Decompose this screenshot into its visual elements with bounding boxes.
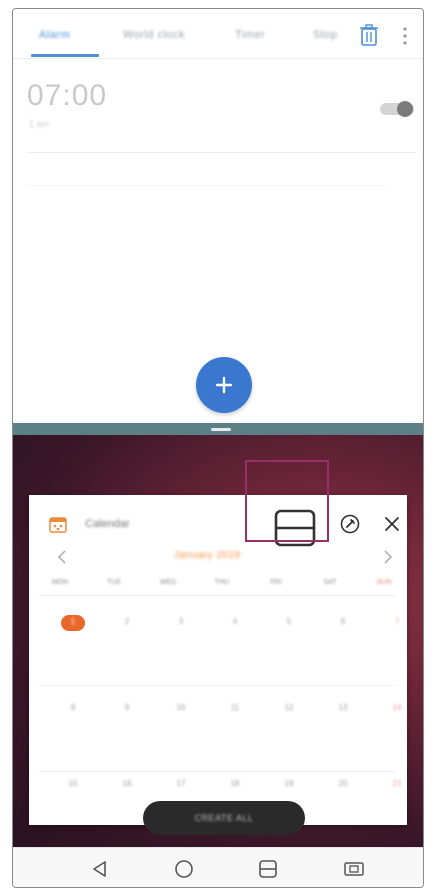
calendar-day[interactable]: 9 xyxy=(115,703,139,712)
more-options-button[interactable] xyxy=(399,24,411,48)
calendar-bottom-button-label: CREATE ALL xyxy=(194,813,254,823)
month-label[interactable]: January 2019 xyxy=(174,550,241,561)
calendar-day[interactable]: 13 xyxy=(331,703,355,712)
tab-stopwatch[interactable]: Stop xyxy=(313,29,338,41)
weekday-label: FRI xyxy=(270,579,282,586)
calendar-app-icon xyxy=(49,515,67,533)
highlight-box xyxy=(245,460,329,542)
weekday-header: MON TUE WED THU FRI SAT SUN xyxy=(39,579,397,591)
tab-alarm[interactable]: Alarm xyxy=(39,29,70,41)
calendar-grid-line xyxy=(39,595,397,596)
weekday-label: TUE xyxy=(107,579,121,586)
calendar-day[interactable]: 15 xyxy=(61,779,85,788)
calendar-day[interactable]: 5 xyxy=(277,617,301,626)
home-icon xyxy=(175,860,193,878)
calendar-grid-line xyxy=(39,771,397,772)
tab-timer[interactable]: Timer xyxy=(235,29,265,41)
more-vert-icon xyxy=(403,27,407,45)
alarm-divider xyxy=(27,152,417,153)
calendar-day[interactable]: 20 xyxy=(331,779,355,788)
clock-tab-bar: Alarm World clock Timer Stop xyxy=(13,9,423,59)
nav-back-button[interactable] xyxy=(89,858,111,880)
list-divider xyxy=(27,185,387,186)
tab-world-clock[interactable]: World clock xyxy=(123,29,185,41)
alarm-time[interactable]: 07:00 xyxy=(27,79,107,113)
weekday-label: THU xyxy=(214,579,230,586)
tab-bar-divider xyxy=(13,58,423,59)
calendar-day[interactable]: 4 xyxy=(223,617,247,626)
split-divider-handle[interactable] xyxy=(211,428,231,431)
nav-split-screen-button[interactable] xyxy=(257,858,279,880)
pin-window-button[interactable] xyxy=(339,513,361,535)
calendar-day[interactable]: 7 xyxy=(385,617,409,626)
chevron-left-icon xyxy=(57,550,66,564)
weekday-label: MON xyxy=(51,579,69,586)
toggle-switch-icon xyxy=(380,101,414,117)
calendar-day[interactable]: 19 xyxy=(277,779,301,788)
weekday-label: SUN xyxy=(376,579,392,586)
weekday-label: SAT xyxy=(323,579,337,586)
calendar-day[interactable]: 12 xyxy=(277,703,301,712)
trash-icon xyxy=(360,24,378,46)
calendar-bottom-button[interactable]: CREATE ALL xyxy=(143,801,305,835)
next-month-button[interactable] xyxy=(381,549,395,565)
calendar-day[interactable]: 2 xyxy=(115,617,139,626)
nav-home-button[interactable] xyxy=(173,858,195,880)
close-window-button[interactable] xyxy=(382,514,402,534)
alarm-subtitle: 1 am xyxy=(29,119,50,129)
close-icon xyxy=(385,517,399,531)
calendar-day[interactable]: 1 xyxy=(61,617,85,626)
nav-dual-window-button[interactable] xyxy=(343,858,365,880)
alarm-toggle[interactable] xyxy=(378,99,416,119)
calendar-day[interactable]: 11 xyxy=(223,703,247,712)
calendar-window-title: Calendar xyxy=(85,518,130,530)
calendar-day[interactable]: 3 xyxy=(169,617,193,626)
weekday-label: WED xyxy=(159,579,177,586)
calendar-day[interactable]: 18 xyxy=(223,779,247,788)
active-tab-indicator xyxy=(31,54,99,57)
clock-app: Alarm World clock Timer Stop 07:00 1 am xyxy=(13,9,423,425)
calendar-grid-line xyxy=(39,685,397,686)
calendar-day[interactable]: 8 xyxy=(61,703,85,712)
calendar-day[interactable]: 16 xyxy=(115,779,139,788)
calendar-day[interactable]: 17 xyxy=(169,779,193,788)
navigation-bar xyxy=(13,847,423,887)
phone-screen: Alarm World clock Timer Stop 07:00 1 am … xyxy=(12,8,424,888)
calendar-window: Calendar January 2019 MON TUE WED THU FR… xyxy=(29,495,407,825)
add-alarm-button[interactable] xyxy=(196,357,252,413)
pin-icon xyxy=(340,514,360,534)
chevron-right-icon xyxy=(384,550,393,564)
back-icon xyxy=(93,861,106,877)
calendar-day[interactable]: 21 xyxy=(385,779,409,788)
previous-month-button[interactable] xyxy=(55,549,69,565)
dual-window-icon xyxy=(344,862,364,876)
calendar-day[interactable]: 14 xyxy=(385,703,409,712)
plus-icon xyxy=(215,376,233,394)
bottom-window: Calendar January 2019 MON TUE WED THU FR… xyxy=(13,435,423,847)
delete-button[interactable] xyxy=(359,24,379,46)
calendar-icon xyxy=(49,517,67,533)
split-screen-icon xyxy=(259,860,277,878)
calendar-day[interactable]: 6 xyxy=(331,617,355,626)
calendar-day[interactable]: 10 xyxy=(169,703,193,712)
